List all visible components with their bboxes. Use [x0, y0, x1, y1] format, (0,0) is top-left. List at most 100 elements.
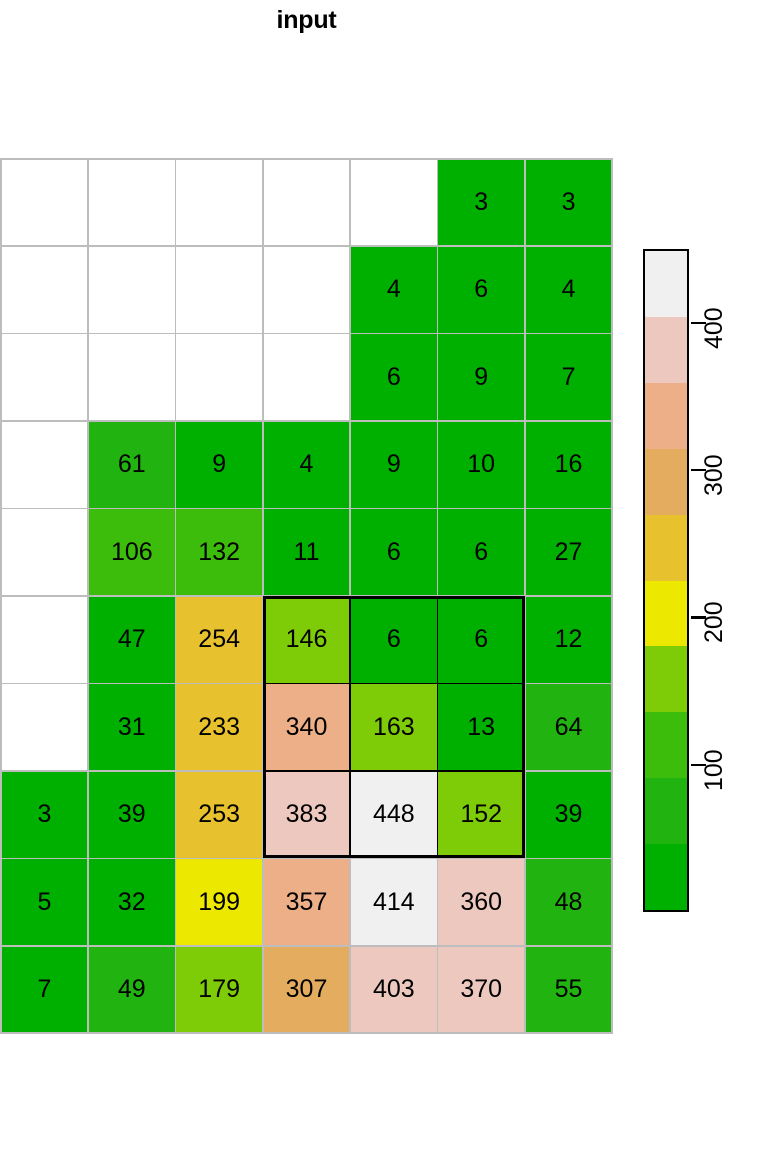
- heatmap-cell-empty: [176, 334, 263, 421]
- heatmap-cell-empty: [1, 159, 88, 246]
- heatmap-cell-empty: [176, 247, 263, 333]
- heatmap-grid: 3 3 4 6 4 6 9 7 61 9 4 9 10 16 106 132 11 6 6 27 47 254 146 6 6 1…: [0, 158, 613, 1034]
- heatmap-cell: 6: [350, 596, 437, 683]
- heatmap-cell: 5: [1, 859, 88, 945]
- heatmap-cell-value: 3: [474, 188, 489, 217]
- heatmap-cell-value: 6: [386, 537, 401, 566]
- heatmap-cell: 4: [350, 247, 437, 333]
- heatmap-cell: 4: [525, 247, 612, 333]
- heatmap-cell-value: 414: [372, 887, 415, 916]
- heatmap-cell-value: 3: [561, 188, 576, 217]
- colorbar-band: [645, 316, 687, 383]
- heatmap-cell-value: 10: [467, 450, 496, 479]
- heatmap-cell: 403: [350, 946, 437, 1033]
- heatmap-cell-value: 39: [117, 800, 146, 829]
- heatmap-cell: 13: [438, 684, 525, 771]
- heatmap-cell-value: 146: [285, 625, 328, 654]
- heatmap-cell-value: 47: [117, 625, 146, 654]
- heatmap-cell: 64: [525, 684, 612, 771]
- heatmap-cell-value: 39: [554, 800, 583, 829]
- heatmap-cell: 254: [176, 596, 263, 683]
- heatmap-cell-empty: [1, 421, 88, 508]
- heatmap-cell: 3: [1, 771, 88, 858]
- heatmap-cell-value: 64: [554, 712, 583, 741]
- heatmap-cell-value: 27: [554, 537, 583, 566]
- heatmap-cell-empty: [1, 334, 88, 421]
- heatmap-cell: 61: [88, 421, 175, 508]
- heatmap-cell: 55: [525, 946, 612, 1033]
- heatmap-cell-value: 233: [198, 712, 241, 741]
- heatmap-cell-empty: [263, 247, 350, 333]
- heatmap-cell-value: 4: [561, 275, 576, 304]
- heatmap-cell: 9: [176, 421, 263, 508]
- heatmap-cell-empty: [263, 159, 350, 246]
- heatmap-cell: 47: [88, 596, 175, 683]
- heatmap-cell-value: 4: [386, 275, 401, 304]
- heatmap-cell: 132: [176, 509, 263, 596]
- colorbar-tick-label: 300: [700, 454, 728, 496]
- colorbar-band: [645, 251, 687, 317]
- heatmap-cell-value: 403: [372, 974, 415, 1003]
- heatmap-cell: 448: [350, 771, 437, 858]
- heatmap-cell-value: 6: [474, 625, 489, 654]
- heatmap-cell-value: 340: [285, 712, 328, 741]
- heatmap-cell: 7: [1, 946, 88, 1033]
- heatmap-cell-value: 6: [386, 625, 401, 654]
- colorbar-band: [645, 712, 687, 779]
- heatmap-cell-value: 31: [117, 712, 146, 741]
- heatmap-cell: 48: [525, 859, 612, 945]
- heatmap-cell-empty: [1, 247, 88, 333]
- heatmap-cell-value: 6: [474, 275, 489, 304]
- heatmap-cell: 39: [525, 771, 612, 858]
- heatmap-cell-value: 3: [37, 800, 52, 829]
- heatmap-cell: 357: [263, 859, 350, 945]
- heatmap-cell: 9: [438, 334, 525, 421]
- heatmap-cell-value: 152: [460, 800, 503, 829]
- colorbar-band: [645, 580, 687, 647]
- heatmap-cell-value: 179: [198, 974, 241, 1003]
- heatmap-cell: 9: [350, 421, 437, 508]
- heatmap-cell: 3: [525, 159, 612, 246]
- heatmap-cell: 307: [263, 946, 350, 1033]
- heatmap-cell: 16: [525, 421, 612, 508]
- heatmap-cell-value: 4: [299, 450, 314, 479]
- heatmap-cell: 6: [350, 334, 437, 421]
- heatmap-cell: 163: [350, 684, 437, 771]
- colorbar-tick-label: 200: [700, 601, 728, 644]
- colorbar-tick-label: 400: [700, 306, 728, 349]
- heatmap-cell: 199: [176, 859, 263, 945]
- heatmap-cell-value: 61: [117, 450, 146, 479]
- heatmap-cell: 233: [176, 684, 263, 771]
- heatmap-cell: 370: [438, 946, 525, 1033]
- heatmap-cell: 4: [263, 421, 350, 508]
- heatmap-cell-empty: [1, 596, 88, 683]
- heatmap-cell: 49: [88, 946, 175, 1033]
- heatmap-cell-value: 9: [386, 450, 401, 479]
- heatmap-cell-value: 13: [467, 712, 496, 741]
- heatmap-cell: 340: [263, 684, 350, 771]
- heatmap-cell-value: 12: [554, 625, 583, 654]
- colorbar-band: [645, 448, 687, 515]
- heatmap-cell: 383: [263, 771, 350, 858]
- colorbar-band: [645, 646, 687, 713]
- heatmap-cell-value: 6: [474, 537, 489, 566]
- heatmap-cell-value: 32: [117, 887, 146, 916]
- heatmap-cell-empty: [1, 509, 88, 596]
- heatmap-cell-value: 9: [474, 362, 489, 391]
- colorbar-band: [645, 514, 687, 581]
- heatmap-cell: 39: [88, 771, 175, 858]
- heatmap-cell: 6: [438, 247, 525, 333]
- heatmap-cell-value: 383: [285, 800, 328, 829]
- heatmap-cell: 414: [350, 859, 437, 945]
- heatmap-cell-value: 55: [554, 974, 583, 1003]
- heatmap-cell: 3: [438, 159, 525, 246]
- heatmap-cell-empty: [1, 684, 88, 771]
- heatmap-cell: 360: [438, 859, 525, 945]
- heatmap-cell-value: 254: [198, 625, 241, 654]
- heatmap-cell: 32: [88, 859, 175, 945]
- heatmap-cell: 11: [263, 509, 350, 596]
- page-title: input: [276, 6, 337, 34]
- heatmap-cell: 27: [525, 509, 612, 596]
- heatmap-cell-value: 16: [554, 450, 583, 479]
- heatmap-cell-value: 360: [460, 887, 503, 916]
